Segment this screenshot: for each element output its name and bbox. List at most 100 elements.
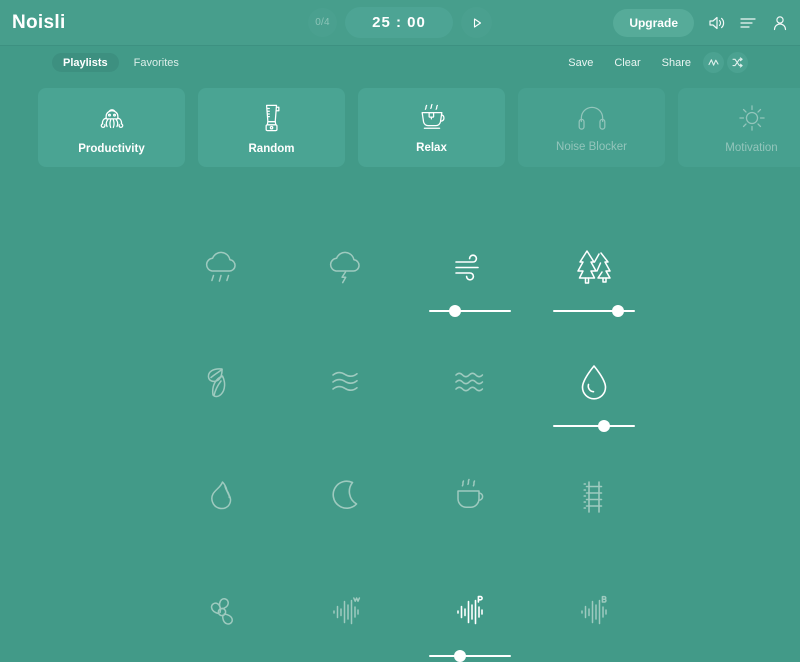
sound-icon-wrap (322, 345, 370, 419)
playlist-card-random[interactable]: Random (198, 88, 345, 167)
account-icon[interactable] (770, 13, 790, 33)
sound-tile-fire[interactable] (164, 460, 279, 575)
slider-track (428, 655, 511, 657)
sound-tile-train[interactable] (536, 460, 651, 575)
fire-icon (210, 481, 231, 510)
sound-tile-leaves[interactable] (164, 345, 279, 460)
playlist-card-label: Relax (416, 142, 447, 154)
playlist-card-label: Productivity (78, 143, 145, 155)
sound-icon-wrap (446, 230, 494, 304)
sound-tile-water[interactable] (412, 345, 527, 460)
sound-icon-wrap (446, 460, 494, 534)
playlist-card-relax[interactable]: Relax (358, 88, 505, 167)
oscillate-button[interactable] (703, 52, 724, 73)
sound-tile-wind[interactable] (412, 230, 527, 345)
sound-tile-thunder[interactable] (288, 230, 403, 345)
upgrade-button[interactable]: Upgrade (613, 8, 694, 37)
sound-tile-coffee-shop[interactable] (412, 460, 527, 575)
timer-display[interactable]: 25 : 00 (345, 7, 453, 38)
sound-icon-wrap (322, 575, 370, 649)
rain-cloud-icon (205, 251, 236, 282)
shuffle-button[interactable] (727, 52, 748, 73)
water-waves-icon (454, 372, 483, 392)
view-tabs: Playlists Favorites (52, 53, 190, 72)
sound-icon-wrap (570, 575, 618, 649)
save-button[interactable]: Save (559, 53, 602, 73)
sound-icon-wrap (570, 345, 618, 419)
headphones-icon (578, 106, 605, 130)
wind-icon (454, 254, 479, 281)
coffee-cup-icon (456, 478, 483, 509)
sound-tile-pink-noise[interactable] (412, 575, 527, 662)
playlist-carousel: Productivity Random Relax Noise Blocker … (38, 88, 800, 167)
slider-track (428, 310, 511, 312)
pink-noise-icon (456, 595, 483, 625)
shuffle-icon (732, 57, 743, 68)
slider-knob[interactable] (453, 650, 466, 662)
railway-icon (582, 481, 602, 513)
sound-tile-night[interactable] (288, 460, 403, 575)
teacup-icon (421, 103, 445, 129)
playlist-card-noise-blocker[interactable]: Noise Blocker (518, 88, 665, 167)
sound-icon-wrap (569, 230, 619, 304)
leaves-icon (207, 368, 225, 398)
header-actions: Upgrade (613, 8, 790, 37)
share-button[interactable]: Share (653, 53, 700, 73)
blender-icon (265, 104, 279, 132)
sound-icon-wrap (198, 575, 246, 649)
sound-slider-forest[interactable] (552, 304, 635, 318)
sound-icon-wrap (446, 345, 494, 419)
sound-tile-brown-noise[interactable] (536, 575, 651, 662)
slider-knob[interactable] (598, 420, 611, 432)
playlist-card-label: Random (248, 143, 295, 155)
sound-icon-wrap (198, 345, 246, 419)
noisli-app: Noisli 0/4 25 : 00 Upgrade Playlists Fav… (0, 0, 800, 662)
fan-icon (210, 598, 233, 625)
sound-tile-rain[interactable] (164, 230, 279, 345)
app-logo[interactable]: Noisli (12, 12, 66, 34)
playlist-toolbar: Playlists Favorites Save Clear Share (0, 47, 800, 78)
sound-grid (164, 230, 652, 662)
toolbar-actions: Save Clear Share (559, 52, 748, 73)
timer-group: 0/4 25 : 00 (308, 7, 492, 38)
clear-button[interactable]: Clear (605, 53, 649, 73)
sound-tile-fan[interactable] (164, 575, 279, 662)
tab-favorites[interactable]: Favorites (123, 53, 190, 72)
sun-icon (738, 105, 765, 131)
sound-slider-water-drop[interactable] (552, 419, 635, 433)
playlist-card-label: Noise Blocker (556, 141, 627, 153)
oscillate-icon (708, 59, 719, 66)
tab-playlists[interactable]: Playlists (52, 53, 119, 72)
sound-tile-white-noise[interactable] (288, 575, 403, 662)
sound-icon-wrap (198, 230, 246, 304)
slider-track (552, 425, 635, 427)
sound-slider-pink-noise[interactable] (428, 649, 511, 662)
playlist-card-motivation[interactable]: Motivation (678, 88, 800, 167)
stream-waves-icon (331, 371, 358, 391)
play-icon (473, 17, 481, 28)
white-noise-icon (332, 597, 360, 625)
sound-tile-water-drop[interactable] (536, 345, 651, 460)
slider-knob[interactable] (448, 305, 461, 317)
slider-knob[interactable] (612, 305, 625, 317)
water-drop-icon (581, 365, 606, 400)
sound-tile-stream[interactable] (288, 345, 403, 460)
sound-icon-wrap (446, 575, 494, 649)
thunder-cloud-icon (329, 251, 360, 284)
forest-trees-icon (576, 250, 611, 284)
playlist-card-productivity[interactable]: Productivity (38, 88, 185, 167)
volume-icon[interactable] (706, 13, 726, 33)
sound-tile-forest[interactable] (536, 230, 651, 345)
app-header: Noisli 0/4 25 : 00 Upgrade (0, 0, 800, 46)
sound-slider-wind[interactable] (428, 304, 511, 318)
sound-icon-wrap (322, 230, 370, 304)
moon-icon (331, 480, 357, 509)
octopus-icon (100, 109, 123, 129)
sound-icon-wrap (198, 460, 246, 534)
pomodoro-counter[interactable]: 0/4 (308, 8, 337, 37)
play-button[interactable] (461, 7, 492, 38)
equalizer-icon[interactable] (738, 13, 758, 33)
sound-icon-wrap (570, 460, 618, 534)
sound-icon-wrap (322, 460, 370, 534)
brown-noise-icon (580, 595, 607, 625)
